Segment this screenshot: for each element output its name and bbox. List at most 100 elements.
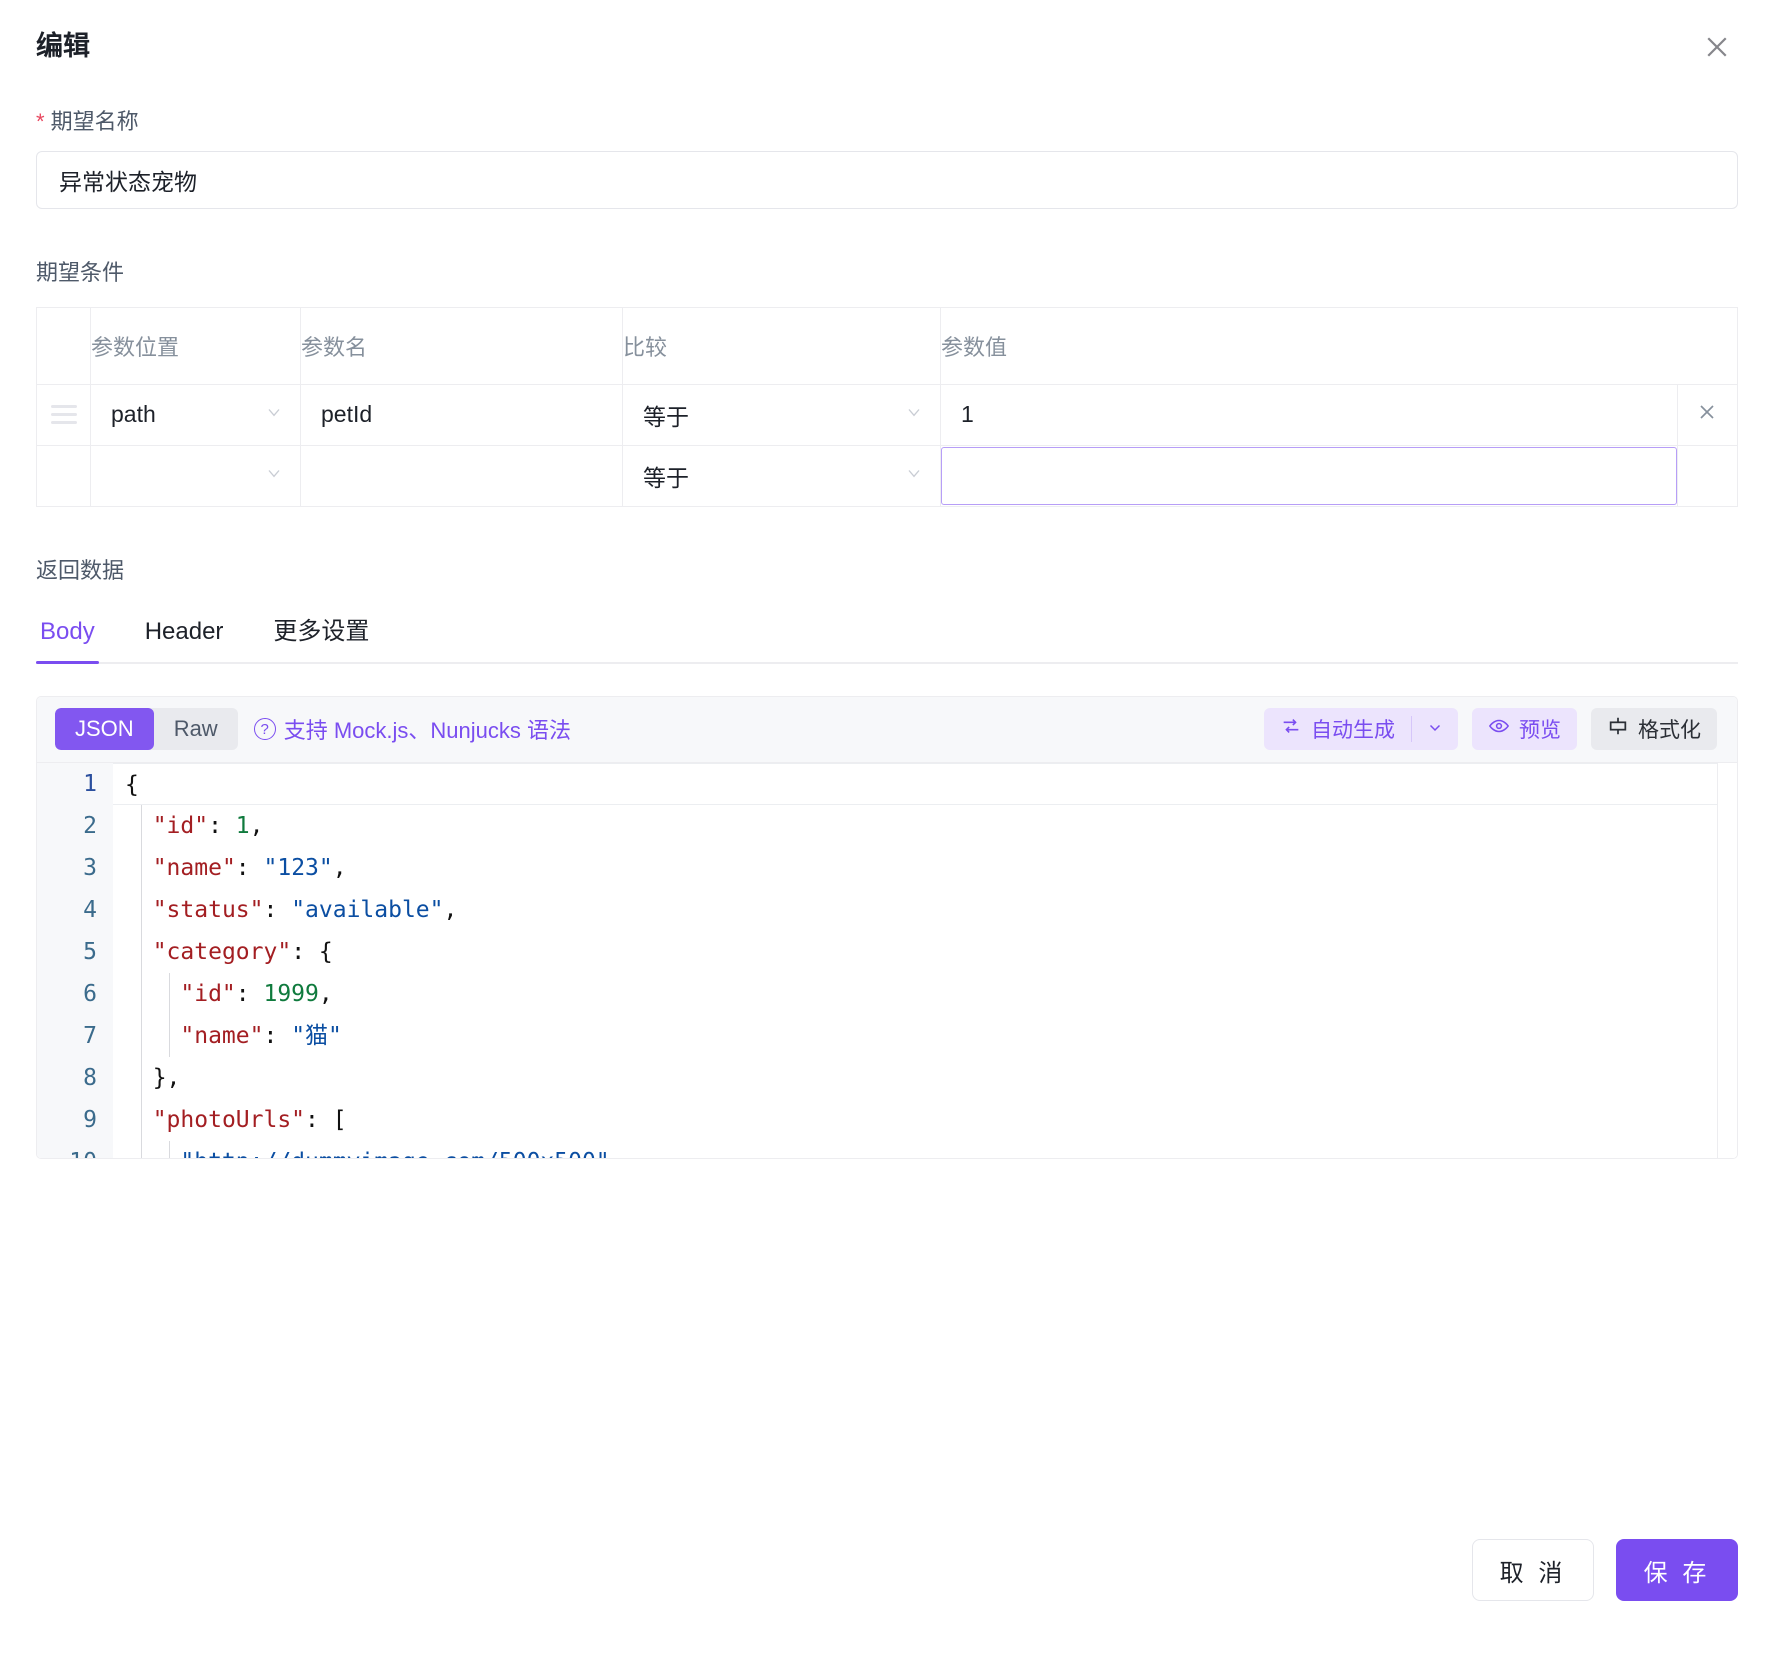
row-drag-cell — [37, 445, 91, 506]
line-number: 3 — [37, 847, 97, 889]
param-name-input[interactable] — [301, 446, 622, 506]
code-line: "name": "123", — [125, 847, 1737, 889]
tab-header[interactable]: Header — [141, 618, 228, 662]
compare-select[interactable]: 等于 — [623, 446, 940, 506]
format-button[interactable]: 格式化 — [1591, 708, 1717, 750]
code-line: "category": { — [125, 931, 1737, 973]
mode-raw-button[interactable]: Raw — [154, 708, 238, 750]
table-row: path 等于 — [37, 384, 1738, 445]
param-name-input[interactable] — [301, 385, 622, 445]
save-button[interactable]: 保 存 — [1616, 1539, 1738, 1601]
line-number: 9 — [37, 1099, 97, 1141]
syntax-hint-link[interactable]: ? 支持 Mock.js、Nunjucks 语法 — [254, 713, 571, 745]
chevron-down-icon — [904, 463, 924, 488]
dialog-footer: 取 消 保 存 — [0, 1510, 1774, 1660]
code-token-key: "category" — [153, 939, 291, 965]
response-data-label: 返回数据 — [36, 553, 1738, 585]
line-number: 10 — [37, 1141, 97, 1158]
row-delete-cell[interactable] — [1677, 384, 1737, 445]
auto-generate-dropdown-button[interactable] — [1412, 708, 1458, 750]
line-number: 6 — [37, 973, 97, 1015]
refresh-swap-icon — [1280, 715, 1302, 743]
code-token-str: "123" — [264, 855, 333, 881]
line-number: 7 — [37, 1015, 97, 1057]
code-content[interactable]: { "id": 1, "name": "123", "status": "ava… — [113, 763, 1737, 1158]
auto-generate-split-button[interactable]: 自动生成 — [1264, 708, 1458, 750]
line-number: 8 — [37, 1057, 97, 1099]
code-token-str: "猫" — [291, 1023, 342, 1049]
code-token-pun: : — [208, 813, 236, 839]
mode-json-button[interactable]: JSON — [55, 708, 154, 750]
code-line: "http://dummyimage.com/500x500" — [125, 1141, 1737, 1158]
indent-guide — [169, 1141, 170, 1158]
code-token-pun: }, — [153, 1065, 181, 1091]
code-token-key: "id" — [153, 813, 208, 839]
code-line: "photoUrls": [ — [125, 1099, 1737, 1141]
conditions-table: 参数位置 参数名 比较 参数值 path — [36, 307, 1738, 507]
table-header-row: 参数位置 参数名 比较 参数值 — [37, 307, 1738, 384]
editor-toolbar: JSON Raw ? 支持 Mock.js、Nunjucks 语法 — [37, 697, 1737, 763]
line-number: 1 — [37, 763, 97, 805]
code-editor-area[interactable]: 12345678910111213 { "id": 1, "name": "12… — [37, 763, 1737, 1158]
chevron-down-icon — [264, 402, 284, 427]
code-token-key: "id" — [180, 981, 235, 1007]
row-param-name-cell[interactable] — [301, 384, 623, 445]
auto-generate-button[interactable]: 自动生成 — [1264, 708, 1411, 750]
code-line: { — [113, 763, 1737, 805]
tab-body[interactable]: Body — [36, 618, 99, 662]
code-token-pun: , — [319, 981, 333, 1007]
compare-select[interactable]: 等于 — [623, 385, 940, 445]
location-select[interactable] — [91, 446, 300, 506]
tab-more-settings[interactable]: 更多设置 — [269, 611, 373, 662]
expect-name-input[interactable] — [36, 151, 1738, 209]
location-select[interactable]: path — [91, 385, 300, 445]
row-drag-cell[interactable] — [37, 384, 91, 445]
param-value-input[interactable] — [941, 447, 1677, 505]
row-compare-cell[interactable]: 等于 — [623, 384, 941, 445]
code-token-pun: : — [263, 1023, 291, 1049]
delete-row-button[interactable] — [1678, 385, 1737, 445]
code-token-pun: , — [444, 897, 458, 923]
chevron-down-icon — [1426, 718, 1444, 741]
expect-name-label-text: 期望名称 — [51, 109, 139, 134]
format-mode-switch[interactable]: JSON Raw — [55, 708, 238, 750]
dialog-body: *期望名称 期望条件 参数位置 参数名 比较 参数值 — [0, 108, 1774, 1159]
editor-toolbar-actions: 自动生成 预览 — [1264, 708, 1717, 750]
code-token-pun: { — [125, 772, 139, 798]
location-select-value: path — [111, 401, 156, 428]
editor-vertical-scrollbar[interactable] — [1717, 763, 1737, 1158]
indent-guide — [169, 973, 170, 1057]
expect-name-label: *期望名称 — [36, 108, 1738, 137]
close-icon — [1702, 32, 1732, 62]
code-token-link[interactable]: "http://dummyimage.com/500x500" — [180, 1149, 609, 1158]
row-param-name-cell[interactable] — [301, 445, 623, 506]
code-line: }, — [125, 1057, 1737, 1099]
code-token-num: 1999 — [263, 981, 318, 1007]
line-number: 4 — [37, 889, 97, 931]
code-token-num: 1 — [236, 813, 250, 839]
code-token-pun: : — [263, 897, 291, 923]
line-number: 2 — [37, 805, 97, 847]
code-token-pun: : — [236, 855, 264, 881]
row-location-cell[interactable] — [91, 445, 301, 506]
close-icon — [1695, 400, 1719, 429]
code-line: "id": 1999, — [125, 973, 1737, 1015]
preview-button[interactable]: 预览 — [1472, 708, 1577, 750]
header-cell-location: 参数位置 — [91, 307, 301, 384]
dialog-header: 编辑 — [0, 0, 1774, 68]
code-token-key: "name" — [180, 1023, 263, 1049]
code-token-key: "photoUrls" — [153, 1107, 305, 1133]
drag-handle-icon[interactable] — [37, 405, 90, 424]
row-param-value-cell[interactable] — [941, 384, 1678, 445]
line-number: 5 — [37, 931, 97, 973]
row-compare-cell[interactable]: 等于 — [623, 445, 941, 506]
close-button[interactable] — [1696, 26, 1738, 68]
row-location-cell[interactable]: path — [91, 384, 301, 445]
cancel-button[interactable]: 取 消 — [1472, 1539, 1594, 1601]
question-circle-icon: ? — [254, 718, 276, 740]
row-param-value-cell[interactable] — [941, 445, 1678, 506]
page-title: 编辑 — [36, 30, 90, 62]
format-brush-icon — [1607, 715, 1629, 743]
param-value-input[interactable] — [941, 385, 1677, 445]
code-token-str: "available" — [291, 897, 443, 923]
